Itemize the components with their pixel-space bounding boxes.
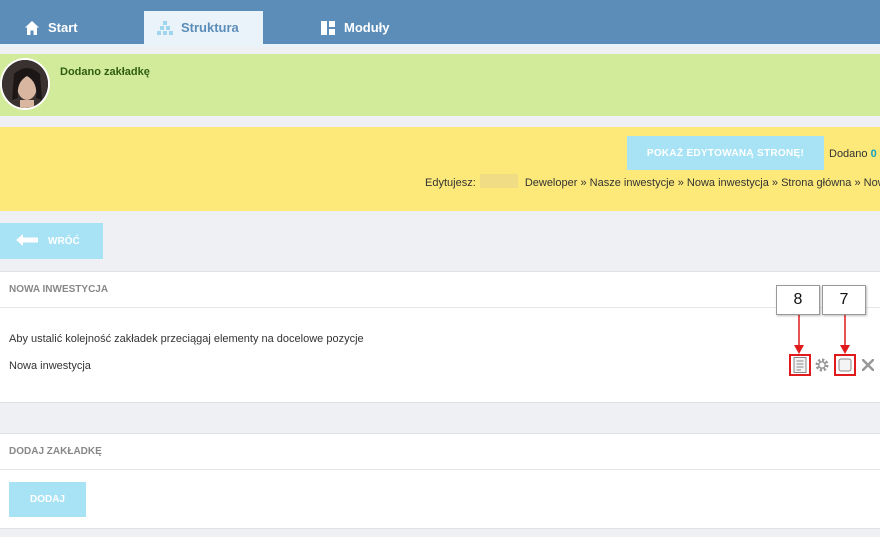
notice-message: Dodano zakładkę [60, 66, 150, 78]
tab-moduly[interactable]: Moduły [320, 11, 390, 44]
tab-struktura[interactable]: Struktura [144, 11, 263, 44]
tab-list-item[interactable]: Nowa inwestycja [9, 360, 91, 372]
breadcrumb-item[interactable]: Nasze inwestycje [590, 177, 675, 189]
breadcrumb-separator: » [677, 177, 684, 189]
highlight-box-checkbox [834, 354, 856, 376]
breadcrumb: Edytujesz: Deweloper » Nasze inwestycje … [425, 174, 880, 189]
tab-start[interactable]: Start [24, 11, 78, 44]
callout-label: 8 [776, 285, 820, 315]
gear-icon[interactable] [812, 355, 832, 375]
nav-underline [0, 44, 880, 47]
success-notice [0, 54, 880, 116]
callout-label: 7 [822, 285, 866, 315]
add-tab-panel: DODAJ ZAKŁADKĘ DODAJ [0, 433, 880, 529]
added-info: Dodano 0 [829, 148, 877, 160]
home-icon [24, 20, 40, 36]
breadcrumb-item[interactable]: Deweloper [525, 177, 578, 189]
close-icon[interactable] [858, 355, 878, 375]
tabs-panel: NOWA INWESTYCJA Aby ustalić kolejność za… [0, 271, 880, 403]
tab-struktura-label: Struktura [181, 20, 239, 35]
back-button-label: WRÓĆ [48, 235, 80, 247]
add-button[interactable]: DODAJ [9, 482, 86, 517]
added-label: Dodano [829, 148, 868, 160]
tabs-panel-title: NOWA INWESTYCJA [0, 272, 880, 308]
add-tab-panel-title: DODAJ ZAKŁADKĘ [0, 434, 880, 470]
breadcrumb-item[interactable]: Strona główna [781, 177, 851, 189]
avatar [0, 58, 50, 110]
breadcrumb-separator: » [580, 177, 587, 189]
sitemap-icon [157, 20, 173, 36]
redacted-user [479, 174, 518, 188]
show-edited-page-button[interactable]: POKAŻ EDYTOWANĄ STRONĘ! [627, 136, 824, 170]
breadcrumb-item[interactable]: Nowa inwestycja [687, 177, 769, 189]
highlight-box-page [789, 354, 811, 376]
breadcrumb-separator: » [771, 177, 778, 189]
tab-start-label: Start [48, 20, 78, 35]
back-button[interactable]: WRÓĆ [0, 223, 103, 259]
top-navigation [0, 0, 880, 47]
tab-moduly-label: Moduły [344, 20, 390, 35]
added-value: 0 [870, 148, 877, 160]
sort-help-text: Aby ustalić kolejność zakładek przeciąga… [9, 333, 364, 345]
editing-label: Edytujesz: [425, 177, 476, 189]
arrow-left-icon [16, 233, 38, 249]
breadcrumb-separator: » [854, 177, 861, 189]
modules-icon [320, 20, 336, 36]
breadcrumb-item[interactable]: Now [864, 177, 880, 189]
